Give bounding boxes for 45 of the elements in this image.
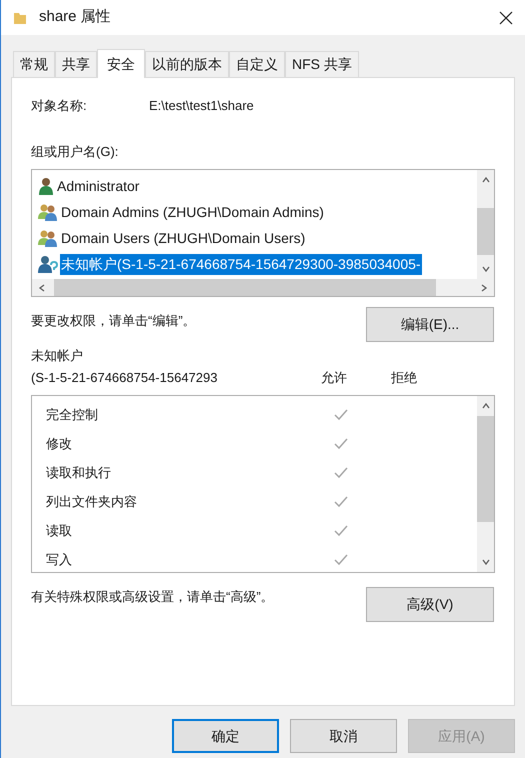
scroll-down-icon[interactable] <box>482 558 490 566</box>
account-sid: (S-1-5-21-674668754-15647293 <box>31 368 218 387</box>
group-list-label: 组或用户名(G): <box>31 142 120 161</box>
scroll-left-icon[interactable] <box>38 284 46 292</box>
user-list-item[interactable]: Administrator <box>38 173 477 199</box>
permission-name: 读取 <box>46 522 73 540</box>
dialog-button[interactable]: 取消 <box>290 719 397 753</box>
tab[interactable]: 共享 <box>55 51 97 77</box>
close-icon[interactable] <box>499 10 513 24</box>
advanced-hint: 有关特殊权限或高级设置，请单击“高级”。 <box>31 588 275 606</box>
users-icon <box>38 229 58 247</box>
edit-button[interactable]: 编辑(E)... <box>366 307 494 342</box>
permission-name: 修改 <box>46 434 73 453</box>
tab[interactable]: 以前的版本 <box>145 51 229 77</box>
users-icon <box>38 203 58 221</box>
user-list-item[interactable]: Domain Users (ZHUGH\Domain Users) <box>38 225 477 251</box>
vertical-scrollbar[interactable] <box>477 396 494 572</box>
allow-header: 允许 <box>321 368 348 386</box>
scroll-up-icon[interactable] <box>482 402 490 410</box>
account-name: 未知帐户 <box>31 347 84 365</box>
edit-hint: 要更改权限，请单击“编辑”。 <box>31 312 197 330</box>
scroll-up-icon[interactable] <box>482 176 490 184</box>
permission-name: 写入 <box>46 550 73 569</box>
tab[interactable]: NFS 共享 <box>285 51 359 77</box>
permission-name: 完全控制 <box>46 406 99 424</box>
dialog-button[interactable]: 确定 <box>172 719 279 753</box>
scroll-right-icon[interactable] <box>480 284 488 292</box>
permission-name: 读取和执行 <box>46 464 112 482</box>
advanced-button[interactable]: 高级(V) <box>366 587 494 622</box>
scroll-down-icon[interactable] <box>482 265 490 273</box>
window-title: share 属性 <box>39 7 111 28</box>
user-list[interactable]: Administrator Domain Admins (ZHUGH\Domain Admins) Domain Users (ZHUGH\Domain Users) 未知帐户(S-1-5-21-674668754-1564729300-3985034005- <box>31 169 495 297</box>
permission-name: 列出文件夹内容 <box>46 492 138 511</box>
tab[interactable]: 安全 <box>97 49 145 78</box>
horizontal-scrollbar[interactable] <box>32 279 494 296</box>
object-name-label: 对象名称: <box>31 97 88 115</box>
tab[interactable]: 自定义 <box>229 51 285 77</box>
unknown-user-icon <box>38 255 58 273</box>
tab[interactable]: 常规 <box>13 51 55 77</box>
folder-icon <box>13 10 27 24</box>
user-list-item[interactable]: Domain Admins (ZHUGH\Domain Admins) <box>38 199 477 225</box>
user-icon <box>38 177 54 195</box>
object-name-value: E:\test\test1\share <box>149 97 254 115</box>
deny-header: 拒绝 <box>391 368 417 386</box>
vertical-scrollbar[interactable] <box>477 170 494 279</box>
